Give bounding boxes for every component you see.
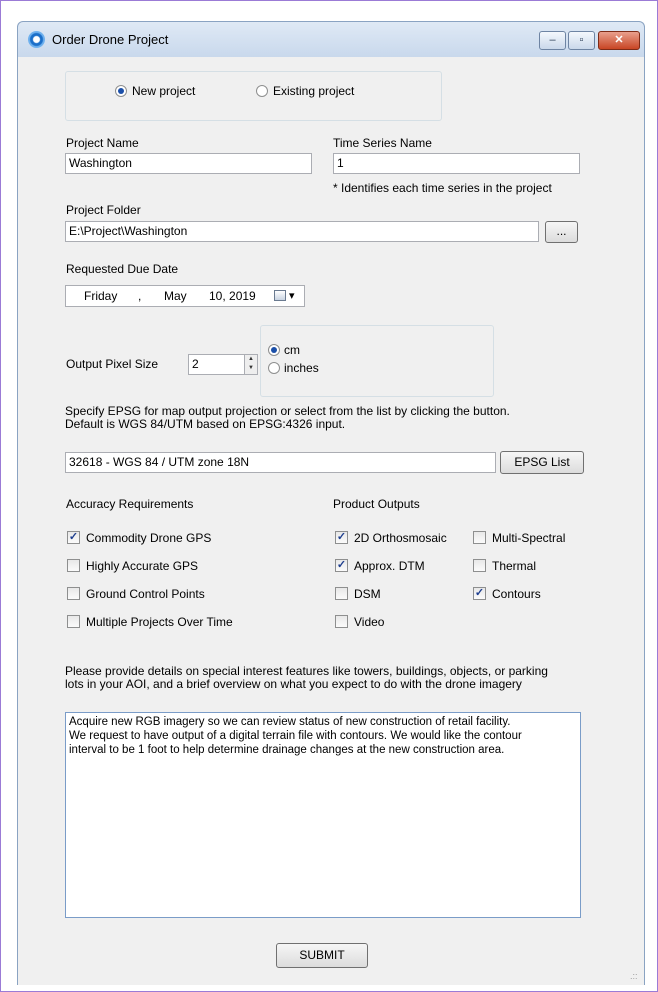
spin-down-icon[interactable]: ▼ — [245, 364, 257, 373]
due-date-date[interactable]: 10, 2019 — [209, 286, 256, 306]
browse-folder-button[interactable]: ... — [545, 221, 578, 243]
app-icon — [28, 31, 45, 48]
checkbox-ground-control-points[interactable] — [67, 587, 80, 600]
close-button[interactable]: ✕ — [598, 31, 640, 50]
maximize-button[interactable]: ▫ — [568, 31, 595, 50]
time-series-note: * Identifies each time series in the pro… — [333, 181, 552, 195]
checkbox-contours[interactable]: ✓ — [473, 587, 486, 600]
minimize-button[interactable]: – — [539, 31, 566, 50]
thermal-label[interactable]: Thermal — [492, 559, 536, 573]
due-date-day[interactable]: Friday — [84, 286, 117, 306]
spin-up-icon[interactable]: ▲ — [245, 355, 257, 364]
dsm-label[interactable]: DSM — [354, 587, 381, 601]
checkbox-commodity-drone-gps[interactable]: ✓ — [67, 531, 80, 544]
unit-inches-label[interactable]: inches — [284, 361, 319, 375]
unit-cm-radio[interactable] — [268, 344, 280, 356]
project-name-label: Project Name — [66, 136, 139, 150]
details-textarea[interactable]: Acquire new RGB imagery so we can review… — [65, 712, 581, 918]
multiple-projects-label[interactable]: Multiple Projects Over Time — [86, 615, 233, 629]
pixel-size-spinner[interactable]: ▲ ▼ — [244, 354, 258, 375]
multi-spectral-label[interactable]: Multi-Spectral — [492, 531, 565, 545]
approx-dtm-label[interactable]: Approx. DTM — [354, 559, 425, 573]
time-series-label: Time Series Name — [333, 136, 432, 150]
pixel-size-input[interactable]: 2 — [188, 354, 245, 375]
calendar-icon[interactable] — [274, 290, 286, 301]
checkbox-highly-accurate-gps[interactable] — [67, 559, 80, 572]
project-name-input[interactable]: Washington — [65, 153, 312, 174]
dropdown-arrow-icon[interactable]: ▾ — [289, 286, 295, 306]
outputs-heading: Product Outputs — [333, 497, 420, 511]
checkbox-2d-orthomosaic[interactable]: ✓ — [335, 531, 348, 544]
details-text-line2: We request to have output of a digital t… — [69, 730, 522, 742]
project-folder-input[interactable]: E:\Project\Washington — [65, 221, 539, 242]
unit-inches-radio[interactable] — [268, 362, 280, 374]
title-bar[interactable]: Order Drone Project – ▫ ✕ — [17, 21, 645, 58]
window-title: Order Drone Project — [52, 32, 169, 47]
details-prompt-line2: lots in your AOI, and a brief overview o… — [65, 677, 522, 691]
checkbox-dsm[interactable] — [335, 587, 348, 600]
dialog-window: Order Drone Project – ▫ ✕ New project Ex… — [0, 0, 658, 992]
existing-project-radio[interactable] — [256, 85, 268, 97]
contours-label[interactable]: Contours — [492, 587, 541, 601]
highly-accurate-gps-label[interactable]: Highly Accurate GPS — [86, 559, 198, 573]
epsg-input[interactable]: 32618 - WGS 84 / UTM zone 18N — [65, 452, 496, 473]
commodity-drone-gps-label[interactable]: Commodity Drone GPS — [86, 531, 211, 545]
new-project-label[interactable]: New project — [132, 84, 195, 98]
checkbox-video[interactable] — [335, 615, 348, 628]
checkbox-approx-dtm[interactable]: ✓ — [335, 559, 348, 572]
2d-orthomosaic-label[interactable]: 2D Orthosmosaic — [354, 531, 447, 545]
dialog-body: New project Existing project Project Nam… — [17, 57, 645, 985]
video-label[interactable]: Video — [354, 615, 384, 629]
checkbox-multi-spectral[interactable] — [473, 531, 486, 544]
details-text-line1: Acquire new RGB imagery so we can review… — [69, 716, 511, 728]
time-series-input[interactable]: 1 — [333, 153, 580, 174]
due-date-label: Requested Due Date — [66, 262, 179, 276]
existing-project-label[interactable]: Existing project — [273, 84, 354, 98]
due-date-separator: , — [138, 289, 142, 303]
pixel-size-label: Output Pixel Size — [66, 357, 159, 371]
epsg-list-button[interactable]: EPSG List — [500, 451, 584, 474]
details-text-line3: interval to be 1 foot to help determine … — [69, 744, 505, 756]
project-folder-label: Project Folder — [66, 203, 141, 217]
resize-grip-icon[interactable]: .:: — [630, 971, 640, 981]
new-project-radio[interactable] — [115, 85, 127, 97]
checkbox-thermal[interactable] — [473, 559, 486, 572]
submit-button[interactable]: SUBMIT — [276, 943, 368, 968]
unit-cm-label[interactable]: cm — [284, 343, 300, 357]
ground-control-points-label[interactable]: Ground Control Points — [86, 587, 205, 601]
due-date-picker[interactable]: Friday , May 10, 2019 ▾ — [65, 285, 305, 307]
accuracy-heading: Accuracy Requirements — [66, 497, 194, 511]
epsg-instructions-line2: Default is WGS 84/UTM based on EPSG:4326… — [65, 417, 346, 431]
due-date-month[interactable]: May — [164, 286, 187, 306]
checkbox-multiple-projects[interactable] — [67, 615, 80, 628]
